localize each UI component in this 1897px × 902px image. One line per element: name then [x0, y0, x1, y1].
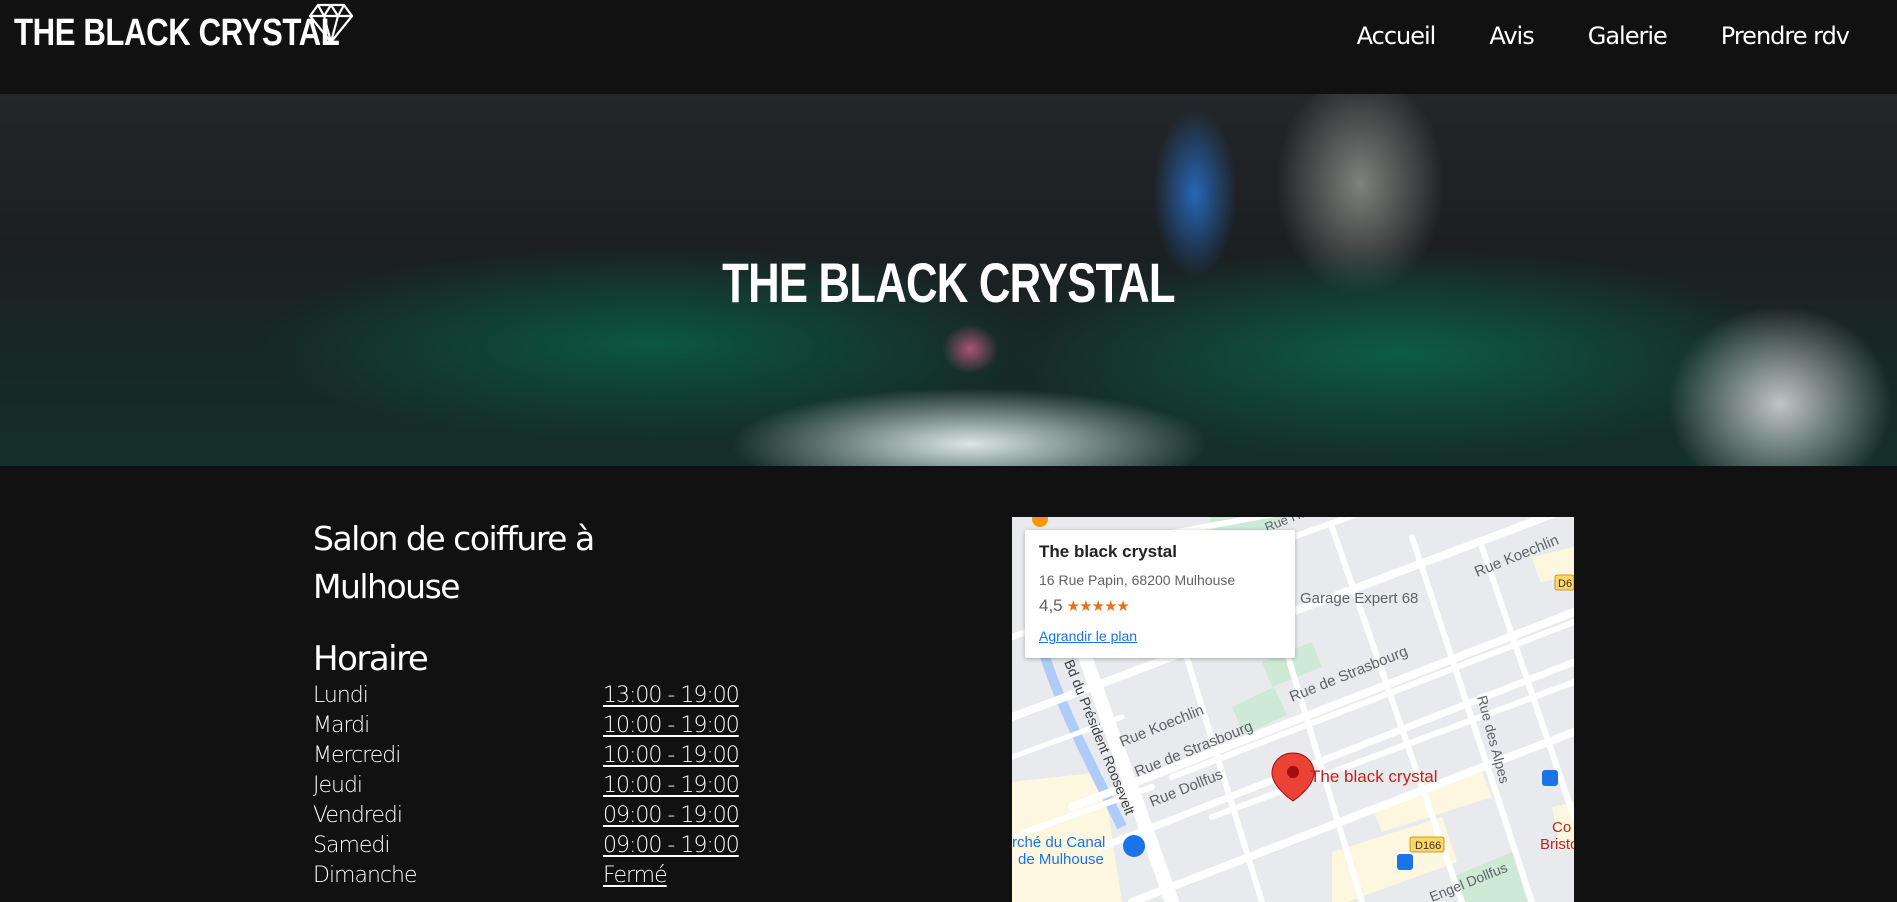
rating-stars-icon: ★★★★★ — [1066, 598, 1130, 615]
enlarge-map-link[interactable]: Agrandir le plan — [1039, 628, 1137, 644]
map-label-marche-1: rché du Canal — [1012, 834, 1105, 851]
map-place-card: The black crystal 16 Rue Papin, 68200 Mu… — [1025, 530, 1295, 658]
hours-day: Lundi — [313, 683, 369, 708]
hours-heading: Horaire — [313, 639, 429, 679]
hours-time: 09:00 - 19:00 — [603, 803, 740, 828]
opening-hours: Lundi 13:00 - 19:00 Mardi 10:00 - 19:00 … — [313, 681, 743, 891]
hours-time: 10:00 - 19:00 — [603, 743, 740, 768]
top-navigation-bar: THE BLACK CRYSTAL Accueil Avis Galerie P… — [0, 0, 1897, 94]
map-pin-label[interactable]: The black crystal — [1310, 767, 1438, 787]
hours-row-vendredi: Vendredi 09:00 - 19:00 — [313, 801, 743, 831]
hours-time: 10:00 - 19:00 — [603, 713, 740, 738]
nav-avis-link[interactable]: Avis — [1462, 22, 1560, 50]
map-badge-d6: D6 — [1558, 578, 1572, 590]
rating-value: 4,5 — [1039, 596, 1063, 615]
hours-row-jeudi: Jeudi 10:00 - 19:00 — [313, 771, 743, 801]
hours-day: Samedi — [313, 833, 390, 858]
place-rating: 4,5 ★★★★★ — [1039, 596, 1130, 616]
map-label-bristol-2: Bristo — [1540, 836, 1574, 853]
hours-row-lundi: Lundi 13:00 - 19:00 — [313, 681, 743, 711]
hours-row-dimanche: Dimanche Fermé — [313, 861, 743, 891]
hours-day: Mercredi — [313, 743, 401, 768]
map-label-garage: Garage Expert 68 — [1300, 590, 1418, 607]
map-badge-d166: D166 — [1415, 840, 1441, 852]
map-embed[interactable]: Garage Expert 68 Rue Koechlin Rue de Str… — [1012, 517, 1574, 902]
place-name: The black crystal — [1039, 542, 1177, 561]
hours-row-mardi: Mardi 10:00 - 19:00 — [313, 711, 743, 741]
nav-accueil-link[interactable]: Accueil — [1330, 22, 1463, 50]
hours-day: Dimanche — [313, 863, 417, 888]
salon-heading: Salon de coiffure à Mulhouse — [313, 519, 595, 606]
map-label-bristol-1: Co — [1552, 819, 1571, 836]
hours-day: Jeudi — [313, 773, 363, 798]
nav-prendre-rdv-link[interactable]: Prendre rdv — [1694, 22, 1850, 50]
hero-banner: THE BLACK CRYSTAL — [0, 94, 1897, 466]
brand-name: THE BLACK CRYSTAL — [14, 12, 340, 54]
hero-title: THE BLACK CRYSTAL — [722, 251, 1175, 314]
bus-stop-icon[interactable] — [1542, 770, 1558, 786]
place-address: 16 Rue Papin, 68200 Mulhouse — [1039, 572, 1236, 588]
hours-row-mercredi: Mercredi 10:00 - 19:00 — [313, 741, 743, 771]
hours-time: 10:00 - 19:00 — [603, 773, 740, 798]
hours-time: 13:00 - 19:00 — [603, 683, 740, 708]
hours-time: 09:00 - 19:00 — [603, 833, 740, 858]
hours-row-samedi: Samedi 09:00 - 19:00 — [313, 831, 743, 861]
nav-galerie-link[interactable]: Galerie — [1561, 22, 1694, 50]
hours-time: Fermé — [603, 863, 668, 888]
diamond-icon — [308, 3, 354, 44]
hours-day: Vendredi — [313, 803, 403, 828]
map-label-marche-2: de Mulhouse — [1018, 851, 1104, 868]
hours-day: Mardi — [313, 713, 370, 738]
bus-stop-icon[interactable] — [1397, 854, 1413, 870]
main-nav: Accueil Avis Galerie Prendre rdv — [1330, 22, 1850, 50]
shopping-cart-icon[interactable] — [1123, 835, 1145, 857]
salon-info: Salon de coiffure à Mulhouse Horaire Lun… — [313, 515, 743, 891]
